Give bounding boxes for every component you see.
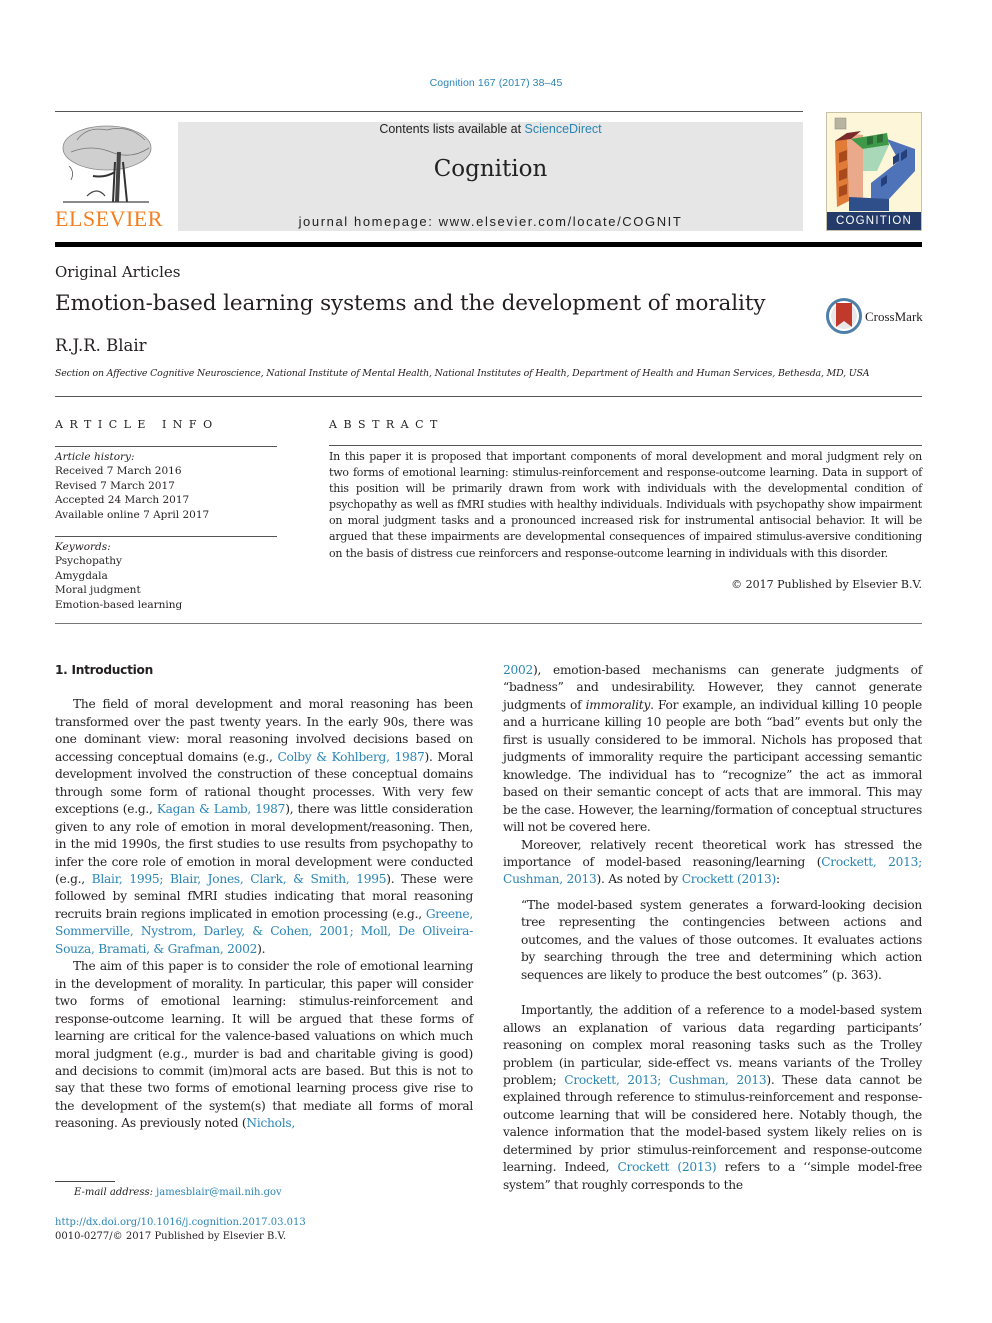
- contents-prefix: Contents lists available at: [379, 122, 525, 136]
- email-label: E-mail address:: [74, 1187, 157, 1198]
- cognition-cube-icon: [834, 117, 915, 211]
- header-thick-rule: [55, 242, 922, 247]
- citation-link[interactable]: Crockett, 2013; Cushman, 2013: [564, 1073, 766, 1087]
- article-info-heading: ARTICLE INFO: [55, 418, 219, 431]
- text: . For example, an individual killing 10 …: [503, 697, 922, 835]
- text: The aim of this paper is to consider the…: [55, 959, 473, 1131]
- article-type: Original Articles: [55, 263, 181, 281]
- citation-link[interactable]: 2002: [503, 663, 533, 677]
- keyword: Amygdala: [55, 569, 108, 582]
- cover-label: COGNITION: [827, 212, 921, 230]
- abstract-rule: [329, 445, 922, 446]
- citation-link[interactable]: Colby & Kohlberg, 1987: [277, 750, 424, 764]
- history-online: Available online 7 April 2017: [55, 508, 210, 521]
- article-title: Emotion-based learning systems and the d…: [55, 291, 766, 316]
- journal-cover-image[interactable]: COGNITION: [826, 112, 922, 231]
- abstract-text: In this paper it is proposed that import…: [329, 450, 922, 560]
- citation-link[interactable]: Kagan & Lamb, 1987: [157, 802, 286, 816]
- journal-citation-link[interactable]: Cognition 167 (2017) 38–45: [0, 77, 992, 89]
- text: ). As noted by: [596, 872, 682, 887]
- citation-link[interactable]: Nichols,: [246, 1116, 295, 1130]
- citation-link[interactable]: Crockett (2013): [617, 1160, 716, 1174]
- body-column-right: 2002), emotion-based mechanisms can gene…: [503, 662, 922, 1194]
- keywords-label: Keywords:: [55, 541, 111, 553]
- keyword: Psychopathy: [55, 555, 122, 568]
- article-history: Article history: Received 7 March 2016 R…: [55, 450, 209, 522]
- paragraph: The field of moral development and moral…: [55, 696, 473, 958]
- paragraph-continued: 2002), emotion-based mechanisms can gene…: [503, 662, 922, 837]
- crossmark-icon: [826, 298, 862, 334]
- journal-title: Cognition: [433, 156, 548, 182]
- abstract-heading: ABSTRACT: [329, 418, 444, 431]
- affiliation-rule: [55, 396, 922, 397]
- elsevier-tree-icon: [62, 125, 152, 203]
- block-quote: “The model-based system generates a forw…: [521, 897, 922, 982]
- author-affiliation: Section on Affective Cognitive Neuroscie…: [55, 368, 870, 379]
- section-heading-introduction: 1. Introduction: [55, 663, 153, 677]
- text: ).: [257, 941, 266, 956]
- paragraph: Moreover, relatively recent theoretical …: [503, 837, 922, 889]
- abstract-copyright: © 2017 Published by Elsevier B.V.: [731, 578, 922, 591]
- author-name[interactable]: R.J.R. Blair: [55, 336, 147, 355]
- keyword: Moral judgment: [55, 584, 141, 597]
- issn-copyright: 0010-0277/© 2017 Published by Elsevier B…: [55, 1231, 287, 1242]
- history-revised: Revised 7 March 2017: [55, 479, 175, 492]
- article-history-label: Article history:: [55, 451, 135, 463]
- crossmark-label: CrossMark: [865, 309, 923, 324]
- keywords-rule: [55, 536, 277, 537]
- journal-masthead: Contents lists available at ScienceDirec…: [178, 122, 803, 231]
- text: :: [776, 872, 780, 887]
- front-matter-rule: [55, 623, 922, 624]
- header-rule: [55, 111, 803, 112]
- contents-line: Contents lists available at ScienceDirec…: [178, 122, 803, 136]
- keywords-list: Keywords: Psychopathy Amygdala Moral jud…: [55, 540, 182, 612]
- footnote-rule: [55, 1181, 115, 1182]
- citation-link[interactable]: Blair, 1995; Blair, Jones, Clark, & Smit…: [92, 872, 387, 886]
- citation-link[interactable]: Crockett (2013): [682, 872, 777, 886]
- emphasis: immorality: [585, 697, 651, 712]
- crossmark-button[interactable]: CrossMark: [826, 298, 926, 334]
- elsevier-logo[interactable]: ELSEVIER: [55, 118, 163, 233]
- doi-link[interactable]: http://dx.doi.org/10.1016/j.cognition.20…: [55, 1217, 306, 1228]
- paragraph: The aim of this paper is to consider the…: [55, 958, 473, 1133]
- email-footnote: E-mail address: jamesblair@mail.nih.gov: [74, 1187, 282, 1198]
- article-info-rule: [55, 446, 277, 447]
- journal-homepage-link[interactable]: journal homepage: www.elsevier.com/locat…: [178, 214, 803, 229]
- email-link[interactable]: jamesblair@mail.nih.gov: [156, 1187, 281, 1198]
- elsevier-wordmark: ELSEVIER: [55, 206, 163, 231]
- sciencedirect-link[interactable]: ScienceDirect: [525, 122, 602, 136]
- keyword: Emotion-based learning: [55, 598, 183, 611]
- history-received: Received 7 March 2016: [55, 465, 182, 478]
- body-column-left: 1. Introduction The field of moral devel…: [55, 662, 473, 1133]
- history-accepted: Accepted 24 March 2017: [55, 494, 190, 507]
- paragraph: Importantly, the addition of a reference…: [503, 1002, 922, 1194]
